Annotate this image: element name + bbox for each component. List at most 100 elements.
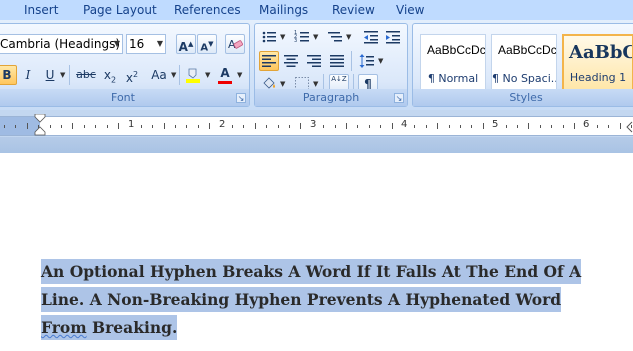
- ribbon: Cambria (Headings) ▼ 16 ▼ A▲ A▼ A B I U: [0, 20, 633, 110]
- ruler-tick: [369, 125, 370, 128]
- chevron-down-icon[interactable]: ▼: [313, 33, 318, 41]
- subscript-mark: 2: [111, 75, 117, 85]
- chevron-down-icon[interactable]: ▼: [378, 57, 383, 65]
- decrease-indent-button[interactable]: [361, 27, 381, 47]
- multilevel-list-button[interactable]: [325, 27, 345, 47]
- ruler-tick: [414, 125, 415, 128]
- tab-page-layout[interactable]: Page Layout: [83, 3, 157, 17]
- align-right-button[interactable]: [304, 51, 324, 71]
- ruler-tick: [107, 125, 108, 128]
- divider: [69, 65, 70, 85]
- style-heading-1[interactable]: AaBbC Heading 1: [562, 34, 633, 92]
- ruler-tick: [255, 123, 256, 129]
- bold-button[interactable]: B: [0, 65, 17, 85]
- underline-button[interactable]: U: [40, 65, 60, 85]
- selected-text-line-3[interactable]: From Breaking.: [41, 315, 178, 340]
- style-sample: AaBbCcDc: [498, 43, 557, 57]
- ruler-tick: [152, 125, 153, 128]
- align-left-icon: [262, 55, 276, 67]
- shrink-font-button[interactable]: A▼: [197, 34, 217, 54]
- ruler-number: 3: [310, 119, 317, 130]
- font-name-combo[interactable]: Cambria (Headings) ▼: [0, 34, 123, 54]
- chevron-down-icon[interactable]: ▼: [60, 71, 65, 79]
- chevron-down-icon[interactable]: ▼: [171, 71, 176, 79]
- bullets-icon: [262, 31, 276, 43]
- ruler-tick: [61, 125, 62, 128]
- ruler-tick: [95, 125, 96, 128]
- decrease-indent-icon: [364, 31, 378, 44]
- styles-group: AaBbCcDc ¶ Normal AaBbCcDc ¶ No Spaci...…: [412, 23, 633, 107]
- justify-icon: [330, 55, 344, 67]
- ruler-tick: [243, 125, 244, 128]
- chevron-down-icon[interactable]: ▼: [280, 33, 285, 41]
- ruler-tick: [266, 125, 267, 128]
- style-sample: AaBbCcDc: [427, 43, 486, 57]
- align-center-button[interactable]: [281, 51, 301, 71]
- chevron-down-icon[interactable]: ▼: [280, 80, 285, 88]
- tab-insert[interactable]: Insert: [24, 3, 58, 17]
- ruler-tick: [164, 123, 165, 129]
- change-case-button[interactable]: Aa: [146, 65, 172, 85]
- ruler-tick: [38, 125, 39, 128]
- chevron-down-icon[interactable]: ▼: [237, 71, 242, 79]
- italic-button[interactable]: I: [18, 65, 38, 85]
- justify-button[interactable]: [327, 51, 347, 71]
- font-size-value: 16: [129, 37, 145, 51]
- style-name: ¶ Normal: [427, 72, 479, 85]
- superscript-button[interactable]: x2: [122, 65, 142, 85]
- horizontal-ruler[interactable]: 1 2 3 4 5 6: [0, 114, 633, 139]
- ruler-number: 4: [401, 119, 408, 130]
- align-left-button[interactable]: [259, 51, 279, 71]
- divider: [351, 51, 352, 71]
- ruler-tick: [118, 123, 119, 129]
- paragraph-dialog-launcher[interactable]: ↘: [394, 93, 404, 103]
- ruler-tick: [346, 123, 347, 129]
- indent-marker-icon[interactable]: [34, 114, 46, 139]
- tab-review[interactable]: Review: [332, 3, 375, 17]
- ruler-tick: [449, 125, 450, 128]
- chevron-down-icon[interactable]: ▼: [205, 71, 210, 79]
- style-no-spacing[interactable]: AaBbCcDc ¶ No Spaci...: [491, 34, 557, 92]
- selected-text-line-2[interactable]: Line. A Non-Breaking Hyphen Prevents A H…: [41, 287, 562, 312]
- style-normal[interactable]: AaBbCcDc ¶ Normal: [420, 34, 486, 92]
- clear-formatting-icon: A: [228, 38, 243, 51]
- numbering-button[interactable]: 1 2 3: [292, 27, 312, 47]
- ruler-tick: [50, 125, 51, 128]
- font-dialog-launcher[interactable]: ↘: [236, 93, 246, 103]
- align-right-icon: [307, 55, 321, 67]
- ruler-tick: [563, 125, 564, 128]
- bullets-button[interactable]: [259, 27, 279, 47]
- ruler-tick: [232, 125, 233, 128]
- chevron-down-icon[interactable]: ▼: [346, 33, 351, 41]
- tab-references[interactable]: References: [174, 3, 241, 17]
- divider: [179, 65, 180, 85]
- align-center-icon: [284, 55, 298, 67]
- ruler-number: 5: [492, 119, 499, 130]
- document-page[interactable]: An Optional Hyphen Breaks A Word If It F…: [0, 153, 633, 351]
- ruler-tick: [620, 123, 621, 129]
- tab-mailings[interactable]: Mailings: [259, 3, 308, 17]
- tab-view[interactable]: View: [396, 3, 424, 17]
- ruler-tick: [392, 123, 393, 129]
- selected-text-line-1[interactable]: An Optional Hyphen Breaks A Word If It F…: [41, 259, 582, 284]
- ruler-tick: [380, 125, 381, 128]
- font-color-button[interactable]: A: [215, 65, 235, 85]
- clear-formatting-button[interactable]: A: [225, 34, 245, 54]
- subscript-button[interactable]: x2: [100, 65, 120, 85]
- style-sample: AaBbC: [569, 42, 633, 63]
- font-size-combo[interactable]: 16 ▼: [126, 34, 166, 54]
- chevron-down-icon[interactable]: ▼: [313, 80, 318, 88]
- document-body[interactable]: An Optional Hyphen Breaks A Word If It F…: [41, 258, 621, 342]
- spelling-error-word[interactable]: From: [41, 318, 87, 337]
- chevron-down-icon: ▼: [156, 39, 163, 48]
- ruler-tick: [631, 125, 632, 128]
- paragraph-group-label: Paragraph: [255, 89, 407, 106]
- grow-font-button[interactable]: A▲: [176, 34, 196, 54]
- text-highlight-button[interactable]: [183, 65, 203, 85]
- strikethrough-button[interactable]: abc: [74, 65, 98, 85]
- ruler-tick: [141, 125, 142, 128]
- numbering-icon: 1 2 3: [294, 30, 309, 44]
- line-spacing-button[interactable]: [357, 51, 377, 71]
- increase-indent-button[interactable]: [383, 27, 403, 47]
- ruler-tick: [27, 123, 28, 129]
